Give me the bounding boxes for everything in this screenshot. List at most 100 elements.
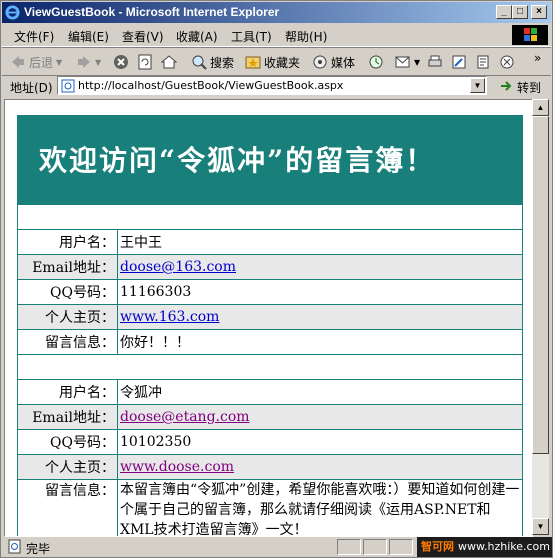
maximize-button[interactable]: □ — [512, 5, 528, 19]
scroll-thumb[interactable] — [532, 116, 549, 454]
messenger-icon — [500, 55, 514, 69]
menu-view[interactable]: 查看(V) — [122, 28, 164, 45]
stop-button[interactable] — [113, 52, 129, 72]
address-bar: 地址(D) http://localhost/GuestBook/ViewGue… — [2, 75, 551, 97]
address-label: 地址(D) — [10, 81, 53, 95]
edit-button[interactable] — [451, 52, 467, 72]
table-row: 用户名： 王中王 — [17, 229, 523, 255]
table-row: 留言信息： 本留言簿由“令狐冲”创建，希望你能喜欢哦：）要知道如何创建一个属于自… — [17, 479, 523, 536]
menu-favorites[interactable]: 收藏(A) — [176, 28, 218, 45]
home-button[interactable] — [161, 52, 177, 72]
back-arrow-icon — [12, 56, 24, 68]
username-label: 用户名： — [17, 229, 118, 255]
search-label: 搜索 — [210, 55, 235, 70]
homepage-link[interactable]: www.163.com — [120, 309, 219, 325]
print-button[interactable] — [427, 52, 443, 72]
qq-label: QQ号码： — [17, 279, 118, 305]
status-pane — [337, 539, 361, 555]
scroll-up-icon[interactable]: ▲ — [532, 99, 549, 116]
status-text: 完毕 — [26, 542, 51, 556]
search-button[interactable]: 搜索 — [191, 52, 234, 72]
browser-window: ViewGuestBook - Microsoft Internet Explo… — [0, 0, 553, 558]
toolbar: 后退 ▼ ▼ 搜索 收藏夹 媒体 ▼ » — [2, 47, 551, 76]
message-value: 你好！！！ — [117, 329, 523, 355]
forward-button[interactable]: ▼ — [76, 52, 101, 72]
email-label: Email地址： — [17, 254, 118, 280]
qq-value: 10102350 — [117, 429, 523, 455]
back-label: 后退 — [29, 55, 54, 70]
vertical-scrollbar[interactable]: ▲ ▼ — [532, 99, 549, 535]
mail-icon — [395, 56, 410, 68]
title-bar[interactable]: ViewGuestBook - Microsoft Internet Explo… — [2, 2, 551, 23]
table-spacer-row — [17, 204, 523, 230]
table-row: 个人主页： www.163.com — [17, 304, 523, 330]
table-row: Email地址： doose@163.com — [17, 254, 523, 280]
favorites-button[interactable]: 收藏夹 — [245, 52, 300, 72]
refresh-button[interactable] — [137, 52, 153, 72]
email-label: Email地址： — [17, 404, 118, 430]
windows-logo-icon — [512, 25, 548, 45]
forward-arrow-icon — [78, 56, 90, 68]
message-value: 本留言簿由“令狐冲”创建，希望你能喜欢哦：）要知道如何创建一个属于自己的留言簿，… — [117, 479, 523, 536]
address-url: http://localhost/GuestBook/ViewGuestBook… — [78, 79, 344, 92]
menu-file[interactable]: 文件(F) — [14, 28, 54, 45]
page-done-icon — [8, 539, 21, 554]
ie-logo-icon — [5, 5, 20, 20]
qq-value: 11166303 — [117, 279, 523, 305]
table-row: QQ号码： 11166303 — [17, 279, 523, 305]
toolbar-overflow[interactable]: » — [534, 48, 541, 68]
go-button[interactable]: 转到 — [500, 79, 541, 96]
watermark: 智可网 www.hzhike.com — [417, 537, 552, 557]
page-viewport: 欢迎访问“令狐冲”的留言簿！ 用户名： 王中王 Email地址： doose@1… — [4, 99, 533, 537]
email-link[interactable]: doose@etang.com — [120, 409, 250, 425]
status-pane — [389, 539, 413, 555]
forward-dropdown-icon[interactable]: ▼ — [95, 58, 101, 67]
media-button[interactable]: 媒体 — [312, 52, 355, 72]
table-row: QQ号码： 10102350 — [17, 429, 523, 455]
stop-icon — [114, 55, 128, 69]
go-arrow-icon — [501, 81, 512, 91]
homepage-label: 个人主页： — [17, 304, 118, 330]
scroll-down-icon[interactable]: ▼ — [532, 518, 549, 535]
minimize-button[interactable]: _ — [496, 5, 512, 19]
menu-edit[interactable]: 编辑(E) — [68, 28, 109, 45]
username-value: 令狐冲 — [117, 379, 523, 405]
favorites-star-icon — [245, 56, 261, 69]
table-row: Email地址： doose@etang.com — [17, 404, 523, 430]
page-icon — [61, 79, 75, 93]
media-label: 媒体 — [331, 55, 356, 70]
go-label: 转到 — [517, 81, 542, 95]
homepage-label: 个人主页： — [17, 454, 118, 480]
print-icon — [428, 55, 442, 67]
back-button[interactable]: 后退 ▼ — [10, 52, 62, 72]
homepage-link[interactable]: www.doose.com — [120, 459, 234, 475]
message-label: 留言信息： — [17, 329, 118, 355]
menu-tools[interactable]: 工具(T) — [231, 28, 272, 45]
home-icon — [161, 55, 177, 69]
guestbook-banner: 欢迎访问“令狐冲”的留言簿！ — [17, 115, 523, 204]
menu-bar: 文件(F) 编辑(E) 查看(V) 收藏(A) 工具(T) 帮助(H) — [2, 24, 551, 47]
back-dropdown-icon[interactable]: ▼ — [56, 58, 62, 67]
menu-help[interactable]: 帮助(H) — [285, 28, 327, 45]
close-button[interactable]: × — [531, 5, 547, 19]
username-label: 用户名： — [17, 379, 118, 405]
search-icon — [192, 55, 207, 70]
table-row: 用户名： 令狐冲 — [17, 379, 523, 405]
history-button[interactable] — [368, 52, 384, 72]
table-spacer-row — [17, 354, 523, 380]
address-input[interactable]: http://localhost/GuestBook/ViewGuestBook… — [57, 76, 487, 95]
email-link[interactable]: doose@163.com — [120, 259, 236, 275]
address-dropdown-icon[interactable]: ▼ — [470, 78, 485, 93]
favorites-label: 收藏夹 — [264, 55, 301, 70]
page-title: 欢迎访问“令狐冲”的留言簿！ — [39, 144, 436, 177]
discuss-button[interactable] — [475, 52, 491, 72]
messenger-button[interactable] — [499, 52, 515, 72]
qq-label: QQ号码： — [17, 429, 118, 455]
media-icon — [313, 55, 327, 69]
mail-dropdown-icon[interactable]: ▼ — [414, 58, 420, 67]
mail-button[interactable]: ▼ — [395, 52, 420, 72]
window-title: ViewGuestBook - Microsoft Internet Explo… — [24, 5, 280, 19]
history-icon — [369, 55, 383, 69]
guestbook-table: 用户名： 王中王 Email地址： doose@163.com QQ号码： 11… — [17, 204, 523, 536]
table-row: 留言信息： 你好！！！ — [17, 329, 523, 355]
